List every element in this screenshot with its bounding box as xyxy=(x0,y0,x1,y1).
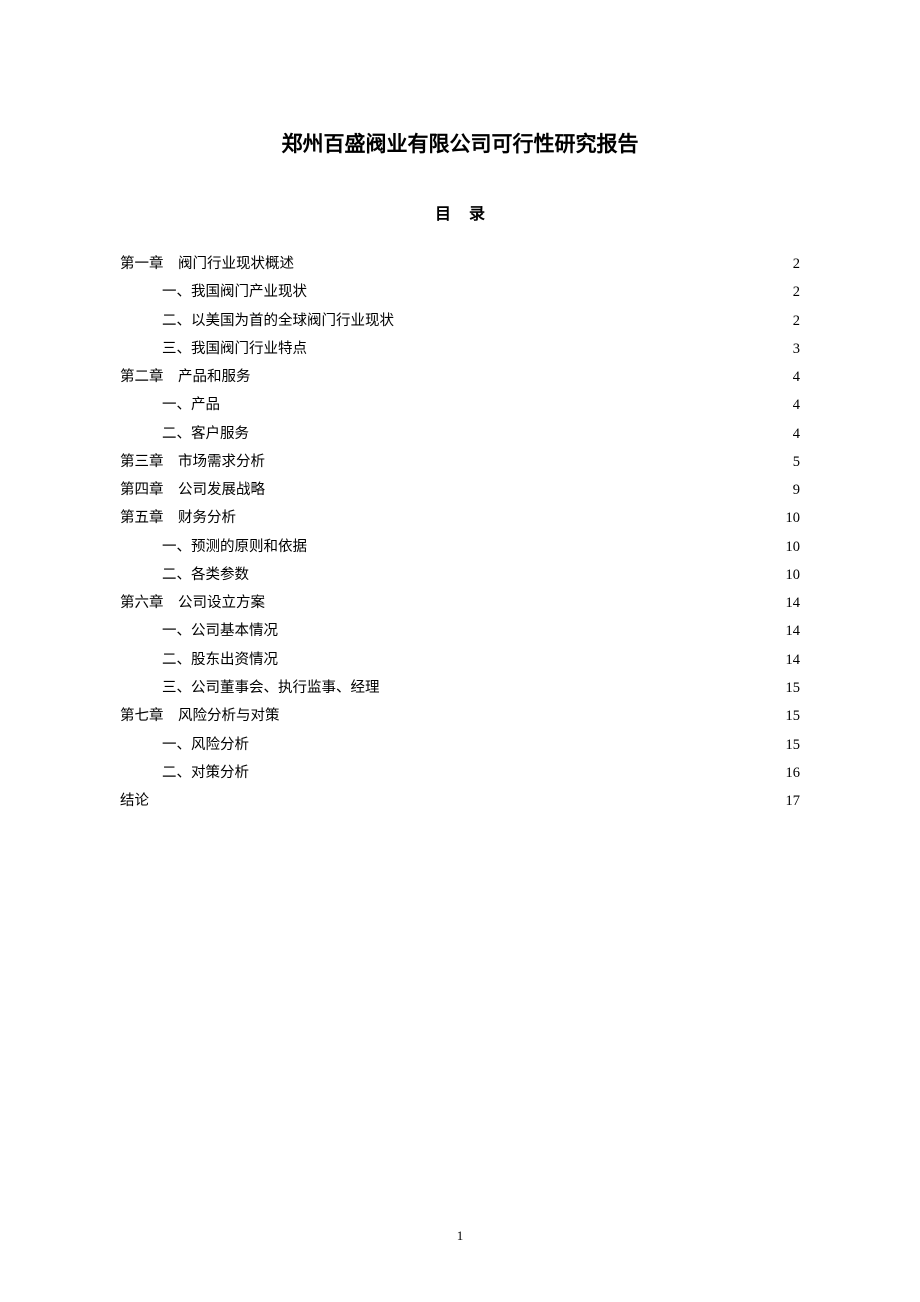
toc-entry-label: 第三章 xyxy=(120,448,178,476)
toc-entry: 结论 17 xyxy=(120,787,800,815)
toc-entry-text: 预测的原则和依据 xyxy=(191,533,307,561)
toc-heading: 目录 xyxy=(120,200,800,224)
toc-entry-label: 第六章 xyxy=(120,589,178,617)
toc-entry-text: 产品 xyxy=(191,391,220,419)
toc-entry-text: 风险分析 xyxy=(191,731,249,759)
toc-entry-text: 以美国为首的全球阀门行业现状 xyxy=(191,307,394,335)
toc-entry-label: 二、 xyxy=(162,646,191,674)
toc-entry-label: 一、 xyxy=(162,533,191,561)
toc-entry-text: 我国阀门产业现状 xyxy=(191,278,307,306)
toc-entry-page: 10 xyxy=(786,533,801,561)
toc-entry-page: 15 xyxy=(786,731,801,759)
toc-entry: 三、我国阀门行业特点 3 xyxy=(120,335,800,363)
toc-entry-text: 公司董事会、执行监事、经理 xyxy=(191,674,380,702)
toc-entry-page: 14 xyxy=(786,617,801,645)
toc-entry: 一、风险分析 15 xyxy=(120,731,800,759)
toc-entry-page: 4 xyxy=(793,420,800,448)
toc-entry-text: 我国阀门行业特点 xyxy=(191,335,307,363)
toc-entry-text: 公司基本情况 xyxy=(191,617,278,645)
toc-entry: 第三章 市场需求分析 5 xyxy=(120,448,800,476)
toc-entry-text: 财务分析 xyxy=(178,504,236,532)
toc-entry-text: 公司发展战略 xyxy=(178,476,265,504)
toc-entry-label: 第二章 xyxy=(120,363,178,391)
toc-entry-label: 二、 xyxy=(162,561,191,589)
toc-entry-label: 二、 xyxy=(162,307,191,335)
toc-entry-text: 风险分析与对策 xyxy=(178,702,280,730)
toc-entry-label: 第一章 xyxy=(120,250,178,278)
toc-entry: 二、对策分析 16 xyxy=(120,759,800,787)
toc-entry-page: 14 xyxy=(786,589,801,617)
toc-entry-page: 5 xyxy=(793,448,800,476)
toc-entry-label: 一、 xyxy=(162,617,191,645)
toc-entry-page: 10 xyxy=(786,561,801,589)
toc-entry-page: 3 xyxy=(793,335,800,363)
toc-entry-label: 三、 xyxy=(162,674,191,702)
toc-entry: 一、公司基本情况 14 xyxy=(120,617,800,645)
toc-entry: 第七章 风险分析与对策 15 xyxy=(120,702,800,730)
toc-entry-text: 客户服务 xyxy=(191,420,249,448)
toc-entry-text: 各类参数 xyxy=(191,561,249,589)
toc-entry: 二、客户服务 4 xyxy=(120,420,800,448)
toc-entry-label: 第七章 xyxy=(120,702,178,730)
toc-entry-text: 公司设立方案 xyxy=(178,589,265,617)
toc-entry: 第二章 产品和服务 4 xyxy=(120,363,800,391)
page-number: 1 xyxy=(0,1228,920,1244)
toc-entry-text: 股东出资情况 xyxy=(191,646,278,674)
toc-entry-label: 一、 xyxy=(162,278,191,306)
toc-entry-label: 第四章 xyxy=(120,476,178,504)
toc-entry-text: 结论 xyxy=(120,787,149,815)
document-page: 郑州百盛阀业有限公司可行性研究报告 目录 第一章 阀门行业现状概述2一、我国阀门… xyxy=(0,0,920,815)
toc-entry-page: 4 xyxy=(793,363,800,391)
toc-entry: 第四章 公司发展战略 9 xyxy=(120,476,800,504)
table-of-contents: 第一章 阀门行业现状概述2一、我国阀门产业现状2二、以美国为首的全球阀门行业现状… xyxy=(120,250,800,815)
toc-entry-label: 第五章 xyxy=(120,504,178,532)
toc-entry-label: 二、 xyxy=(162,759,191,787)
toc-entry: 第六章 公司设立方案 14 xyxy=(120,589,800,617)
toc-entry-page: 4 xyxy=(793,391,800,419)
toc-entry: 一、产品 4 xyxy=(120,391,800,419)
toc-entry-page: 2 xyxy=(793,307,800,335)
toc-entry-page: 14 xyxy=(786,646,801,674)
toc-entry: 一、我国阀门产业现状 2 xyxy=(120,278,800,306)
toc-entry-label: 一、 xyxy=(162,391,191,419)
toc-entry: 二、各类参数 10 xyxy=(120,561,800,589)
toc-entry: 二、以美国为首的全球阀门行业现状 2 xyxy=(120,307,800,335)
toc-entry-page: 2 xyxy=(793,250,800,278)
toc-entry: 三、公司董事会、执行监事、经理 15 xyxy=(120,674,800,702)
toc-entry-page: 9 xyxy=(793,476,800,504)
toc-entry-page: 10 xyxy=(786,504,801,532)
toc-entry-text: 阀门行业现状概述 xyxy=(178,250,294,278)
toc-entry-label: 二、 xyxy=(162,420,191,448)
toc-entry-page: 2 xyxy=(793,278,800,306)
toc-entry-page: 16 xyxy=(786,759,801,787)
toc-entry-text: 市场需求分析 xyxy=(178,448,265,476)
toc-entry-page: 17 xyxy=(786,787,801,815)
document-title: 郑州百盛阀业有限公司可行性研究报告 xyxy=(120,128,800,158)
toc-entry-label: 三、 xyxy=(162,335,191,363)
toc-entry: 一、预测的原则和依据 10 xyxy=(120,533,800,561)
toc-entry: 第五章 财务分析 10 xyxy=(120,504,800,532)
toc-entry: 二、股东出资情况 14 xyxy=(120,646,800,674)
toc-entry-text: 产品和服务 xyxy=(178,363,251,391)
toc-entry: 第一章 阀门行业现状概述 2 xyxy=(120,250,800,278)
toc-entry-label: 一、 xyxy=(162,731,191,759)
toc-entry-page: 15 xyxy=(786,674,801,702)
toc-entry-text: 对策分析 xyxy=(191,759,249,787)
toc-entry-page: 15 xyxy=(786,702,801,730)
